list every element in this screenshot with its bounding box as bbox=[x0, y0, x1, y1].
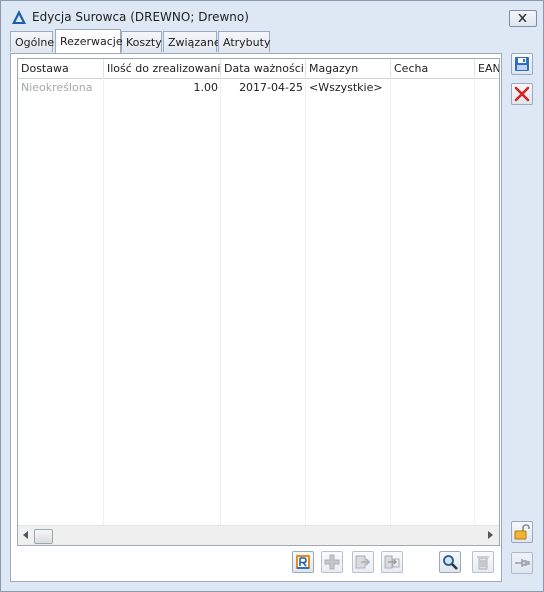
tab-atrybuty[interactable]: Atrybuty bbox=[218, 31, 270, 52]
edit-material-window: Edycja Surowca (DREWNO; Drewno) Ogólne R… bbox=[0, 0, 544, 592]
reservations-grid[interactable]: Dostawa Ilość do zrealizowania Data ważn… bbox=[17, 58, 500, 546]
move-icon bbox=[384, 555, 400, 569]
preview-button[interactable] bbox=[439, 551, 461, 573]
unlock-button[interactable] bbox=[511, 521, 533, 543]
pin-icon bbox=[515, 559, 530, 567]
column-divider bbox=[390, 78, 391, 525]
reservation-button[interactable] bbox=[292, 551, 314, 573]
cell-magazyn: <Wszystkie> bbox=[309, 81, 383, 94]
cell-ilosc: 1.00 bbox=[193, 81, 219, 94]
column-header-ilosc[interactable]: Ilość do zrealizowania bbox=[104, 59, 221, 78]
add-button[interactable] bbox=[321, 551, 343, 573]
move-button[interactable] bbox=[381, 551, 403, 573]
column-divider bbox=[305, 78, 306, 525]
cell-cecha bbox=[391, 79, 475, 97]
app-logo-icon bbox=[12, 10, 26, 24]
column-header-magazyn[interactable]: Magazyn bbox=[306, 59, 391, 78]
column-header-ean[interactable]: EAN bbox=[475, 59, 499, 78]
column-divider bbox=[474, 78, 475, 525]
column-divider bbox=[220, 78, 221, 525]
cell-ean bbox=[475, 79, 499, 97]
red-x-icon bbox=[514, 86, 530, 102]
title-bar: Edycja Surowca (DREWNO; Drewno) bbox=[1, 1, 543, 31]
import-button[interactable] bbox=[352, 551, 374, 573]
cell-dostawa: Nieokreślona bbox=[21, 81, 93, 94]
column-divider bbox=[103, 78, 104, 525]
scrollbar-thumb[interactable] bbox=[34, 529, 53, 544]
floppy-disk-icon bbox=[515, 57, 529, 71]
cancel-button[interactable] bbox=[511, 83, 533, 105]
scroll-left-icon[interactable] bbox=[23, 531, 28, 539]
trash-icon bbox=[477, 556, 489, 570]
pin-button[interactable] bbox=[511, 552, 533, 574]
plus-icon bbox=[324, 554, 340, 570]
window-title: Edycja Surowca (DREWNO; Drewno) bbox=[32, 10, 249, 24]
tab-koszty[interactable]: Koszty bbox=[121, 31, 162, 52]
import-icon bbox=[355, 555, 371, 569]
column-header-data-waznosci[interactable]: Data ważności bbox=[221, 59, 306, 78]
tab-ogolne[interactable]: Ogólne bbox=[10, 31, 54, 52]
tab-rezerwacje[interactable]: Rezerwacje bbox=[55, 29, 123, 53]
padlock-icon bbox=[514, 524, 530, 540]
close-button[interactable] bbox=[509, 10, 537, 27]
cell-data-waznosci: 2017-04-25 bbox=[239, 81, 303, 94]
save-button[interactable] bbox=[511, 53, 533, 75]
tab-zwiazane[interactable]: Związane bbox=[163, 31, 221, 52]
grid-header: Dostawa Ilość do zrealizowania Data ważn… bbox=[18, 59, 499, 79]
reservations-panel: Dostawa Ilość do zrealizowania Data ważn… bbox=[10, 53, 502, 582]
column-header-dostawa[interactable]: Dostawa bbox=[18, 59, 104, 78]
magnifier-icon bbox=[443, 555, 458, 570]
column-header-cecha[interactable]: Cecha bbox=[391, 59, 475, 78]
scroll-right-icon[interactable] bbox=[488, 531, 493, 539]
close-icon bbox=[518, 14, 527, 22]
reservation-icon bbox=[296, 555, 310, 569]
delete-button[interactable] bbox=[472, 551, 494, 573]
horizontal-scrollbar[interactable] bbox=[18, 525, 499, 545]
